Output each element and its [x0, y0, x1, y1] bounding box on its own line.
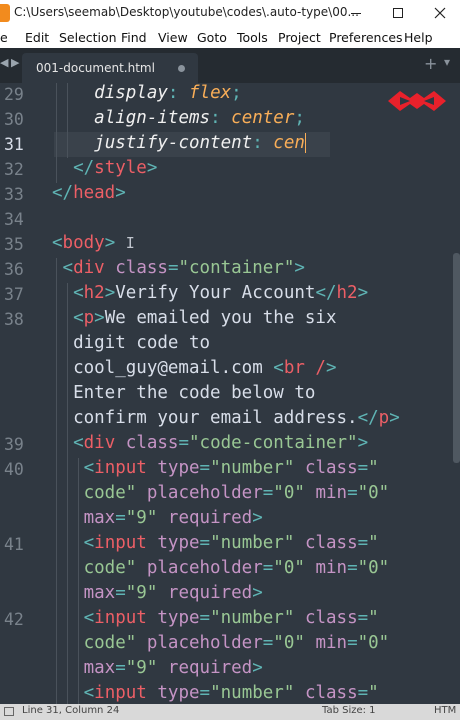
- tab-bar: ◀ ▶ 001-document.html + ▾: [0, 48, 460, 83]
- line-number: 32: [4, 160, 24, 179]
- line-number: 38: [4, 310, 24, 329]
- line-number: 39: [4, 435, 24, 454]
- line-number: 30: [4, 110, 24, 129]
- title-bar: C:\Users\seemab\Desktop\youtube\codes\.a…: [0, 0, 460, 26]
- menu-view[interactable]: View: [158, 30, 188, 45]
- syntax-selector[interactable]: HTM: [434, 705, 456, 716]
- line-number: 36: [4, 260, 24, 279]
- code-line-30: align-items: center;: [94, 108, 305, 128]
- code-line-29: display: flex;: [94, 83, 242, 103]
- channel-logo-icon: [388, 91, 446, 111]
- line-number: 40: [4, 460, 24, 479]
- mouse-cursor-icon: I: [125, 234, 135, 252]
- menu-tools[interactable]: Tools: [237, 30, 268, 45]
- code-line-41-wrap-1: code" placeholder="0" min="0": [83, 558, 390, 578]
- code-line-38-wrap-3: Enter the code below to: [73, 383, 316, 403]
- window-title: C:\Users\seemab\Desktop\youtube\codes\.a…: [14, 5, 359, 19]
- panel-toggle-icon[interactable]: [4, 707, 14, 716]
- line-number: 33: [4, 185, 24, 204]
- menu-selection[interactable]: Selection: [59, 30, 117, 45]
- maximize-button[interactable]: [380, 0, 416, 26]
- tab-label: 001-document.html: [36, 61, 155, 75]
- unsaved-dot-icon[interactable]: [178, 65, 185, 72]
- close-button[interactable]: [422, 0, 458, 26]
- line-number: 34: [4, 210, 24, 229]
- code-line-38-wrap-4: confirm your email address.</p>: [73, 408, 400, 428]
- menu-help[interactable]: Help: [404, 30, 433, 45]
- menu-find[interactable]: Find: [121, 30, 147, 45]
- maximize-icon: [393, 8, 403, 18]
- code-line-36: <div class="container">: [62, 258, 305, 278]
- code-line-40-wrap-2: max="9" required>: [83, 508, 263, 528]
- sublime-app-icon: [0, 4, 10, 22]
- line-number: 35: [4, 235, 24, 254]
- line-number-current: 31: [4, 135, 24, 154]
- line-number: 41: [4, 535, 24, 554]
- code-line-42: <input type="number" class=": [83, 608, 379, 628]
- code-line-41: <input type="number" class=": [83, 533, 379, 553]
- line-number: 42: [4, 610, 24, 629]
- menu-edit[interactable]: Edit: [25, 30, 49, 45]
- status-bar: Line 31, Column 24 Tab Size: 1 HTM: [0, 704, 460, 720]
- code-line-40: <input type="number" class=": [83, 458, 379, 478]
- code-line-37: <h2>Verify Your Account</h2>: [73, 283, 369, 303]
- new-tab-icon[interactable]: +: [424, 54, 437, 73]
- tab-001-document[interactable]: 001-document.html: [22, 53, 198, 83]
- code-line-38-wrap-2: cool_guy@email.com <br />: [73, 358, 337, 378]
- code-line-35: <body> I: [52, 233, 135, 253]
- close-icon: [434, 7, 446, 19]
- code-line-31: justify-content: cen: [94, 133, 307, 153]
- menu-project[interactable]: Project: [278, 30, 321, 45]
- code-line-40-wrap-1: code" placeholder="0" min="0": [83, 483, 390, 503]
- line-number: 29: [4, 85, 24, 104]
- minimize-button[interactable]: [338, 0, 374, 26]
- menu-preferences[interactable]: Preferences: [329, 30, 403, 45]
- text-caret: [304, 133, 307, 153]
- vertical-scrollbar[interactable]: [453, 253, 460, 463]
- cursor-position: Line 31, Column 24: [22, 705, 120, 716]
- code-line-38: <p>We emailed you the six: [73, 308, 337, 328]
- tab-scroll-left-icon[interactable]: ◀: [0, 56, 8, 69]
- menu-goto[interactable]: Goto: [197, 30, 227, 45]
- code-editor[interactable]: 29 30 31 32 33 34 35 36 37 38 39 40 41 4…: [0, 83, 460, 704]
- code-line-42-wrap-2: max="9" required>: [83, 658, 263, 678]
- code-line-43: <input type="number" class=": [83, 683, 379, 703]
- menu-bar: e Edit Selection Find View Goto Tools Pr…: [0, 26, 460, 48]
- menu-file-partial[interactable]: e: [0, 30, 8, 45]
- code-line-38-wrap-1: digit code to: [73, 333, 211, 353]
- minimize-icon: [351, 12, 361, 14]
- code-line-39: <div class="code-container">: [73, 433, 369, 453]
- code-line-41-wrap-2: max="9" required>: [83, 583, 263, 603]
- tab-size-selector[interactable]: Tab Size: 1: [322, 705, 376, 716]
- tab-list-chevron-icon[interactable]: ▾: [444, 55, 450, 69]
- code-line-42-wrap-1: code" placeholder="0" min="0": [83, 633, 390, 653]
- line-number: 37: [4, 285, 24, 304]
- line-number-gutter: 29 30 31 32 33 34 35 36 37 38 39 40 41 4…: [0, 83, 54, 704]
- tab-scroll-right-icon[interactable]: ▶: [11, 56, 19, 69]
- code-line-32: </style>: [73, 158, 158, 178]
- code-line-33: </head>: [52, 183, 126, 203]
